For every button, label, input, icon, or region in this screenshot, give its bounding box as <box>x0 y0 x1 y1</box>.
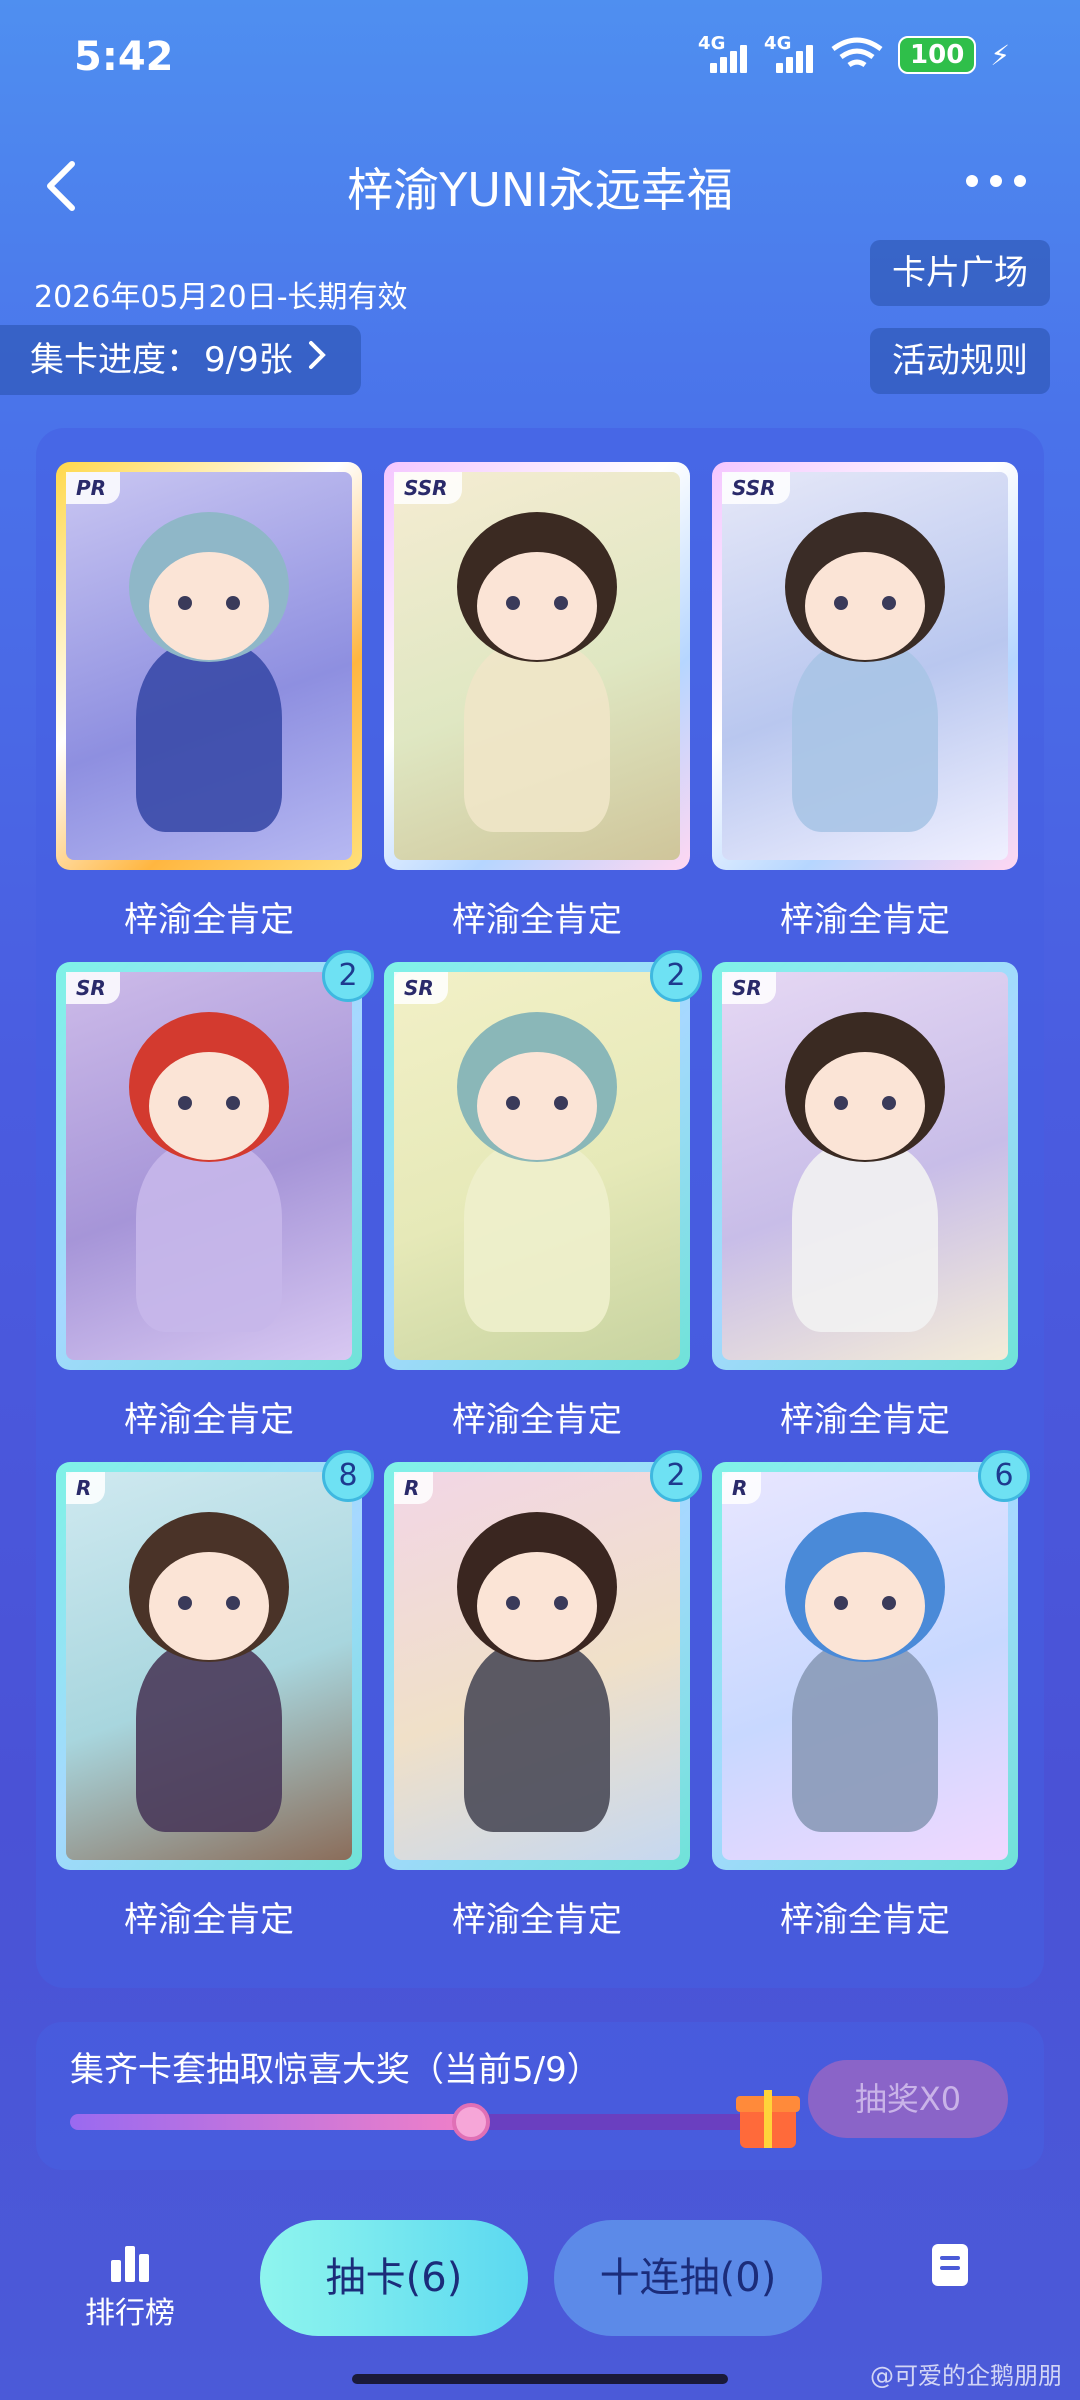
card-image[interactable]: SSR <box>384 462 690 870</box>
validity-date: 2026年05月20日-长期有效 <box>34 280 408 315</box>
card-artwork <box>66 472 352 860</box>
card-image[interactable]: R6 <box>712 1450 1030 1870</box>
draw-prize-button[interactable]: 抽奖X0 <box>808 2060 1008 2138</box>
card-artwork <box>722 1472 1008 1860</box>
charging-icon: ⚡ <box>990 38 1010 72</box>
card-name: 梓渝全肯定 <box>124 1900 294 1940</box>
card-count-badge: 8 <box>322 1450 374 1502</box>
card-image[interactable]: R2 <box>384 1450 702 1870</box>
ranking-button[interactable]: 排行榜 <box>80 2240 180 2332</box>
card-item[interactable]: R 2 梓渝全肯定 <box>384 1450 702 1941</box>
nav-bar: 梓渝YUNI永远幸福 <box>0 140 1080 230</box>
card-image[interactable]: SR 2 <box>56 950 374 1370</box>
status-time: 5:42 <box>74 34 174 80</box>
rarity-badge: SSR <box>394 472 462 504</box>
rarity-badge: SR <box>394 972 448 1004</box>
progress-value: 9/9张 <box>204 340 293 380</box>
signal-icon: 4G <box>764 33 816 73</box>
collection-progress-button[interactable]: 集卡进度： 9/9张 <box>0 325 361 395</box>
card-image[interactable]: SR <box>712 962 1018 1370</box>
rarity-badge: SR <box>66 972 120 1004</box>
card-artwork <box>394 472 680 860</box>
card-plaza-button[interactable]: 卡片广场 <box>870 240 1050 306</box>
card-item[interactable]: R 8 梓渝全肯定 <box>56 1450 374 1941</box>
status-bar: 5:42 4G 4G 100 ⚡ <box>0 0 1080 110</box>
card-image[interactable]: R8 <box>56 1450 374 1870</box>
gift-icon <box>736 2084 800 2148</box>
card-image[interactable]: SSR <box>712 462 1018 870</box>
draw-ten-button[interactable]: 十连抽(0) <box>554 2220 822 2336</box>
card-name: 梓渝全肯定 <box>452 1900 622 1940</box>
card-item[interactable]: SR 梓渝全肯定 <box>712 962 1018 1441</box>
reward-text: 集齐卡套抽取惊喜大奖（当前5/9） <box>70 2050 601 2090</box>
card-item[interactable]: SR 2 梓渝全肯定 <box>384 950 702 1441</box>
card-name: 梓渝全肯定 <box>780 1400 950 1440</box>
rarity-badge: R <box>394 1472 434 1504</box>
signal-icon: 4G <box>698 33 750 73</box>
activity-rules-button[interactable]: 活动规则 <box>870 328 1050 394</box>
card-artwork <box>722 472 1008 860</box>
status-icons: 4G 4G 100 ⚡ <box>698 33 1010 74</box>
wifi-icon <box>830 37 884 73</box>
rarity-badge: SR <box>722 972 776 1004</box>
bar-chart-icon <box>80 2240 180 2282</box>
card-artwork <box>394 1472 680 1860</box>
battery-indicator: 100 <box>898 36 977 74</box>
progress-label: 集卡进度： <box>30 340 200 380</box>
card-image[interactable]: PR <box>56 462 362 870</box>
card-item[interactable]: PR 梓渝全肯定 <box>56 462 362 941</box>
card-name: 梓渝全肯定 <box>124 1400 294 1440</box>
card-artwork <box>66 1472 352 1860</box>
card-name: 梓渝全肯定 <box>452 1400 622 1440</box>
card-item[interactable]: SSR 梓渝全肯定 <box>712 462 1018 941</box>
card-count-badge: 2 <box>322 950 374 1002</box>
record-icon[interactable] <box>932 2244 968 2286</box>
home-indicator <box>352 2374 728 2384</box>
draw-card-button[interactable]: 抽卡(6) <box>260 2220 528 2336</box>
card-item[interactable]: SR 2 梓渝全肯定 <box>56 950 374 1441</box>
card-item[interactable]: R 6 梓渝全肯定 <box>712 1450 1030 1941</box>
card-image[interactable]: SR 2 <box>384 950 702 1370</box>
reward-progress-bar <box>70 2103 750 2141</box>
card-collection-panel: PR 梓渝全肯定 SSR 梓渝全肯定 SSR 梓渝全肯定 SR 2 梓渝全肯定 SR 2 梓渝全肯定 S… <box>36 428 1044 1988</box>
card-count-badge: 6 <box>978 1450 1030 1502</box>
card-name: 梓渝全肯定 <box>780 1900 950 1940</box>
card-artwork <box>722 972 1008 1360</box>
card-name: 梓渝全肯定 <box>124 900 294 940</box>
watermark: @可爱的企鹅朋朋 <box>870 2362 1062 2390</box>
ranking-label: 排行榜 <box>85 2296 175 2331</box>
card-name: 梓渝全肯定 <box>780 900 950 940</box>
rarity-badge: SSR <box>722 472 790 504</box>
page-title: 梓渝YUNI永远幸福 <box>347 163 733 217</box>
chevron-right-icon <box>307 325 327 395</box>
card-name: 梓渝全肯定 <box>452 900 622 940</box>
card-count-badge: 2 <box>650 1450 702 1502</box>
card-artwork <box>394 972 680 1360</box>
rarity-badge: R <box>722 1472 762 1504</box>
reward-progress-fill <box>70 2114 472 2130</box>
progress-knob <box>452 2103 491 2141</box>
card-count-badge: 2 <box>650 950 702 1002</box>
rarity-badge: PR <box>66 472 121 504</box>
card-artwork <box>66 972 352 1360</box>
rarity-badge: R <box>66 1472 106 1504</box>
more-horizontal-icon[interactable] <box>956 156 1036 206</box>
reward-progress-panel: 集齐卡套抽取惊喜大奖（当前5/9） 抽奖X0 <box>36 2022 1044 2170</box>
card-item[interactable]: SSR 梓渝全肯定 <box>384 462 690 941</box>
